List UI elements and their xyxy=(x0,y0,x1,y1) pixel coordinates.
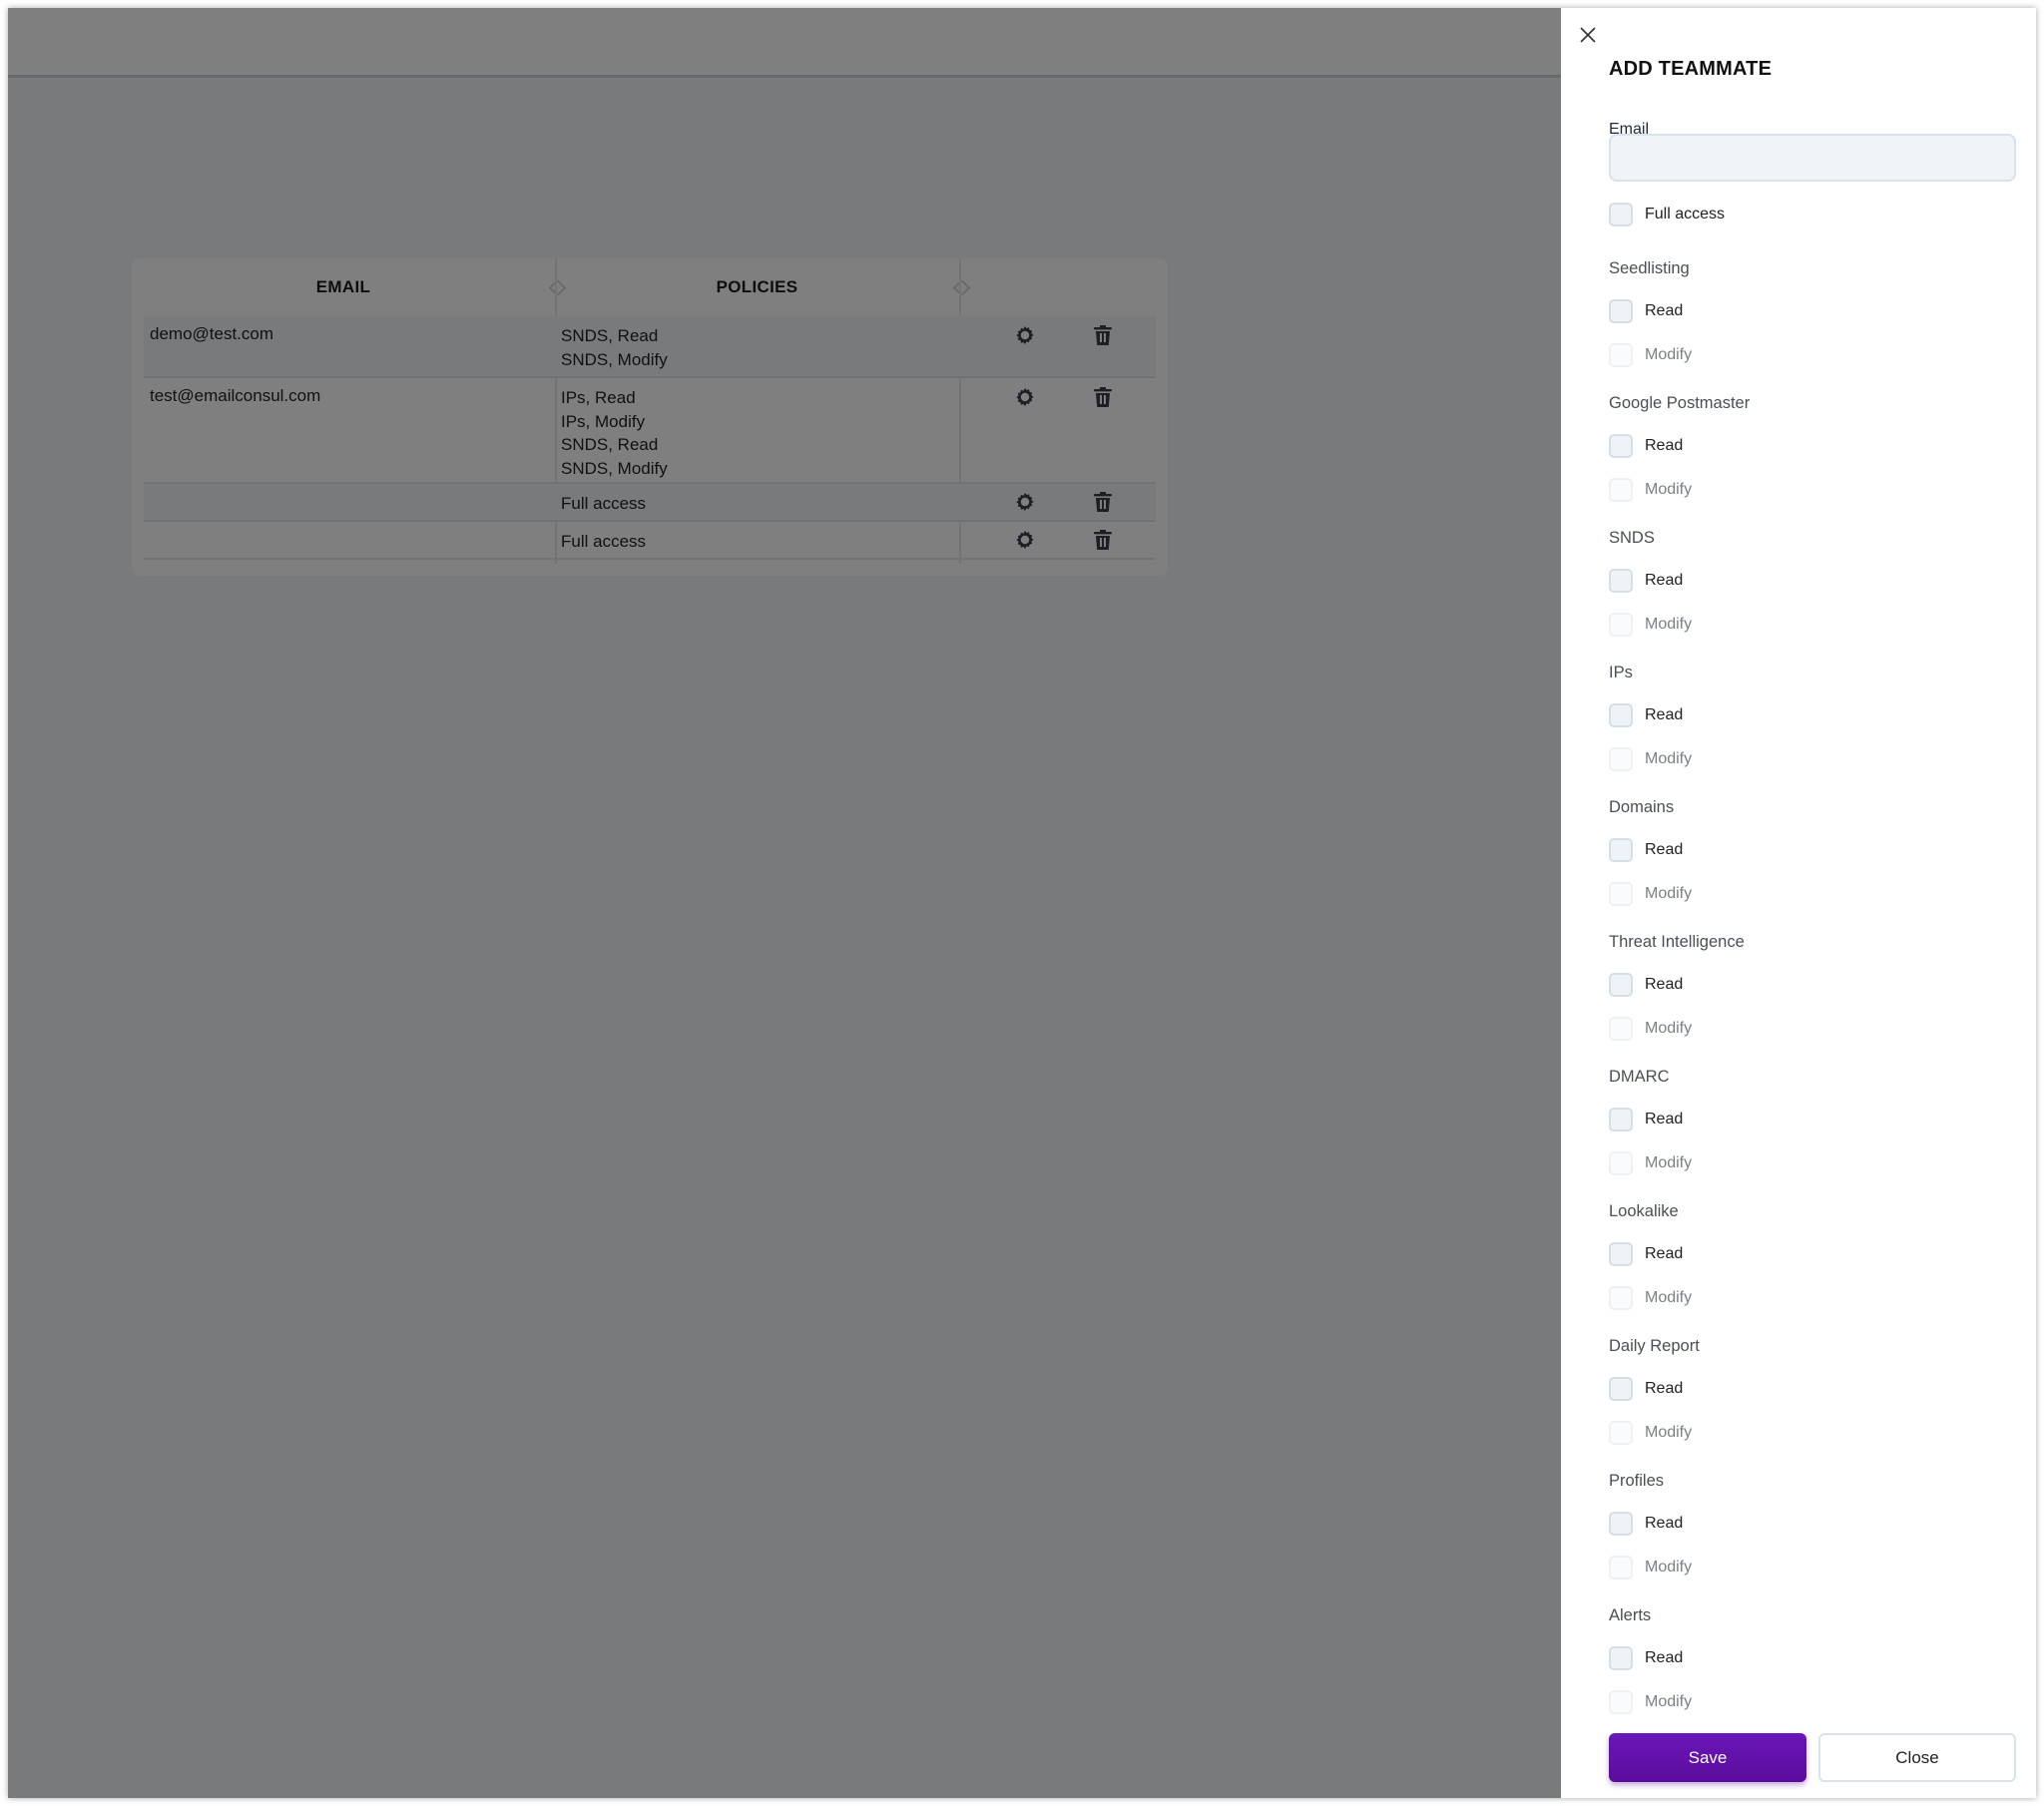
dmarc-modify-checkbox: Modify xyxy=(1609,1151,1692,1175)
section-label-seedlisting: Seedlisting xyxy=(1609,259,1690,277)
read-label: Read xyxy=(1645,1515,1684,1532)
checkbox-box[interactable] xyxy=(1609,1242,1633,1266)
read-label: Read xyxy=(1645,437,1684,454)
section-label-ips: IPs xyxy=(1609,664,1633,681)
checkbox-box xyxy=(1609,1286,1633,1310)
modify-label: Modify xyxy=(1645,1154,1693,1171)
snds-modify-checkbox: Modify xyxy=(1609,613,1692,637)
checkbox-box[interactable] xyxy=(1609,1377,1633,1401)
window-frame: EMAIL POLICIES demo@test.comSNDS, ReadSN… xyxy=(8,8,2036,1798)
checkbox-box xyxy=(1609,1421,1633,1445)
checkbox-box xyxy=(1609,478,1633,502)
threat-intelligence-modify-checkbox: Modify xyxy=(1609,1017,1692,1041)
checkbox-box[interactable] xyxy=(1609,1512,1633,1536)
alerts-modify-checkbox: Modify xyxy=(1609,1690,1692,1714)
modify-label: Modify xyxy=(1645,1289,1693,1306)
read-label: Read xyxy=(1645,1649,1684,1666)
daily-report-modify-checkbox: Modify xyxy=(1609,1421,1692,1445)
checkbox-box[interactable] xyxy=(1609,973,1633,997)
read-label: Read xyxy=(1645,976,1684,993)
dmarc-read-checkbox[interactable]: Read xyxy=(1609,1108,1683,1131)
email-input[interactable] xyxy=(1609,134,2016,182)
read-label: Read xyxy=(1645,841,1684,858)
checkbox-box xyxy=(1609,882,1633,906)
drawer-title: ADD TEAMMATE xyxy=(1609,58,1773,80)
section-label-domains: Domains xyxy=(1609,798,1675,816)
checkbox-box xyxy=(1609,1017,1633,1041)
read-label: Read xyxy=(1645,302,1684,319)
modify-label: Modify xyxy=(1645,346,1693,363)
read-label: Read xyxy=(1645,1380,1684,1397)
google-postmaster-read-checkbox[interactable]: Read xyxy=(1609,434,1683,458)
lookalike-read-checkbox[interactable]: Read xyxy=(1609,1242,1683,1266)
alerts-read-checkbox[interactable]: Read xyxy=(1609,1646,1683,1670)
section-label-google-postmaster: Google Postmaster xyxy=(1609,394,1751,412)
read-label: Read xyxy=(1645,706,1684,723)
read-label: Read xyxy=(1645,1245,1684,1262)
threat-intelligence-read-checkbox[interactable]: Read xyxy=(1609,973,1683,997)
checkbox-box[interactable] xyxy=(1609,1646,1633,1670)
full-access-label: Full access xyxy=(1645,206,1726,223)
checkbox-box[interactable] xyxy=(1609,299,1633,323)
ips-modify-checkbox: Modify xyxy=(1609,747,1692,771)
section-label-threat-intelligence: Threat Intelligence xyxy=(1609,933,1745,951)
checkbox-box[interactable] xyxy=(1609,569,1633,593)
modify-label: Modify xyxy=(1645,1559,1693,1576)
modify-label: Modify xyxy=(1645,481,1693,498)
google-postmaster-modify-checkbox: Modify xyxy=(1609,478,1692,502)
domains-modify-checkbox: Modify xyxy=(1609,882,1692,906)
daily-report-read-checkbox[interactable]: Read xyxy=(1609,1377,1683,1401)
checkbox-box[interactable] xyxy=(1609,838,1633,862)
checkbox-box xyxy=(1609,1690,1633,1714)
checkbox-box[interactable] xyxy=(1609,434,1633,458)
ips-read-checkbox[interactable]: Read xyxy=(1609,703,1683,727)
modify-label: Modify xyxy=(1645,1020,1693,1037)
snds-read-checkbox[interactable]: Read xyxy=(1609,569,1683,593)
checkbox-box[interactable] xyxy=(1609,1108,1633,1131)
profiles-modify-checkbox: Modify xyxy=(1609,1556,1692,1580)
checkbox-box xyxy=(1609,613,1633,637)
modify-label: Modify xyxy=(1645,616,1693,633)
profiles-read-checkbox[interactable]: Read xyxy=(1609,1512,1683,1536)
checkbox-box[interactable] xyxy=(1609,703,1633,727)
read-label: Read xyxy=(1645,1111,1684,1128)
close-icon[interactable] xyxy=(1576,23,1600,47)
checkbox-box xyxy=(1609,747,1633,771)
checkbox-box xyxy=(1609,1151,1633,1175)
section-label-alerts: Alerts xyxy=(1609,1606,1652,1624)
close-button[interactable]: Close xyxy=(1818,1733,2016,1782)
section-label-daily-report: Daily Report xyxy=(1609,1337,1700,1355)
read-label: Read xyxy=(1645,572,1684,589)
modal-overlay[interactable] xyxy=(8,8,1561,1798)
full-access-checkbox[interactable]: Full access xyxy=(1609,203,1725,226)
modify-label: Modify xyxy=(1645,885,1693,902)
save-button[interactable]: Save xyxy=(1609,1733,1806,1782)
seedlisting-read-checkbox[interactable]: Read xyxy=(1609,299,1683,323)
checkbox-box xyxy=(1609,1556,1633,1580)
section-label-profiles: Profiles xyxy=(1609,1472,1665,1490)
section-label-dmarc: DMARC xyxy=(1609,1068,1670,1086)
section-label-lookalike: Lookalike xyxy=(1609,1202,1679,1220)
checkbox-box xyxy=(1609,343,1633,367)
modify-label: Modify xyxy=(1645,750,1693,767)
checkbox-box[interactable] xyxy=(1609,203,1633,226)
modify-label: Modify xyxy=(1645,1424,1693,1441)
domains-read-checkbox[interactable]: Read xyxy=(1609,838,1683,862)
seedlisting-modify-checkbox: Modify xyxy=(1609,343,1692,367)
modify-label: Modify xyxy=(1645,1693,1693,1710)
add-teammate-drawer: ADD TEAMMATE Email Full access Seedlisti… xyxy=(1561,8,2036,1798)
section-label-snds: SNDS xyxy=(1609,529,1655,547)
lookalike-modify-checkbox: Modify xyxy=(1609,1286,1692,1310)
